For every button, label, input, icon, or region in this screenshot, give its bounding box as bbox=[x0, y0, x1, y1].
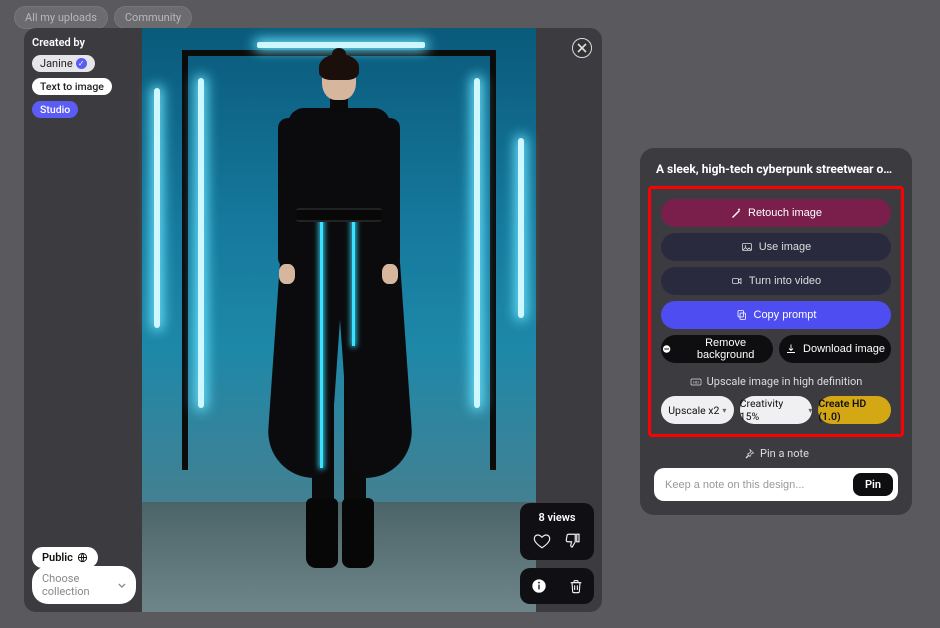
image-detail-card: Created by Janine ✓ Text to image Studio bbox=[24, 28, 602, 612]
views-count: 8 bbox=[538, 511, 544, 524]
visibility-label: Public bbox=[42, 551, 73, 564]
author-pill[interactable]: Janine ✓ bbox=[32, 55, 95, 72]
download-image-button[interactable]: Download image bbox=[779, 335, 891, 363]
remove-icon bbox=[661, 343, 672, 355]
actions-panel: A sleek, high-tech cyberpunk streetwear … bbox=[640, 148, 912, 515]
views-word: views bbox=[547, 511, 575, 524]
trash-icon bbox=[568, 578, 584, 594]
delete-button[interactable] bbox=[566, 576, 586, 596]
globe-icon bbox=[77, 552, 88, 563]
video-label: Turn into video bbox=[749, 275, 821, 287]
verified-badge-icon: ✓ bbox=[76, 58, 87, 69]
chevron-down-icon: ▾ bbox=[722, 406, 726, 415]
image-icon bbox=[741, 241, 753, 253]
info-actions-box bbox=[520, 568, 594, 604]
download-label: Download image bbox=[803, 343, 885, 355]
copy-label: Copy prompt bbox=[754, 309, 817, 321]
download-icon bbox=[785, 343, 797, 355]
pin-icon bbox=[743, 448, 755, 460]
create-hd-button[interactable]: Create HD (1.0) bbox=[818, 396, 891, 424]
info-icon bbox=[531, 578, 547, 594]
bg-tab-all-uploads[interactable]: All my uploads bbox=[14, 6, 108, 29]
upscale-title-text: Upscale image in high definition bbox=[707, 375, 863, 388]
copy-prompt-button[interactable]: Copy prompt bbox=[661, 301, 891, 329]
pin-note-text: Pin a note bbox=[760, 447, 809, 460]
hd-icon: HD bbox=[690, 376, 702, 388]
thumbs-down-icon bbox=[564, 532, 582, 550]
actions-highlight: Retouch image Use image Turn into video … bbox=[648, 186, 904, 437]
upscale-factor-select[interactable]: Upscale x2▾ bbox=[661, 396, 734, 424]
copy-icon bbox=[736, 309, 748, 321]
use-image-button[interactable]: Use image bbox=[661, 233, 891, 261]
heart-icon bbox=[533, 532, 551, 550]
use-label: Use image bbox=[759, 241, 812, 253]
visibility-public-pill[interactable]: Public bbox=[32, 547, 98, 568]
video-icon bbox=[731, 275, 743, 287]
wand-icon bbox=[730, 207, 742, 219]
close-icon bbox=[577, 43, 587, 53]
prompt-title: A sleek, high-tech cyberpunk streetwear … bbox=[654, 162, 898, 176]
collection-select[interactable]: Choose collection bbox=[32, 566, 136, 604]
generated-image[interactable] bbox=[142, 28, 536, 612]
collection-placeholder: Choose collection bbox=[42, 572, 118, 598]
svg-text:HD: HD bbox=[693, 379, 699, 384]
note-row: Pin bbox=[654, 468, 898, 501]
pin-note-label: Pin a note bbox=[654, 447, 898, 460]
created-by-label: Created by bbox=[32, 36, 85, 49]
chevron-down-icon bbox=[118, 581, 126, 590]
note-input[interactable] bbox=[659, 475, 853, 495]
chevron-down-icon: ▾ bbox=[808, 406, 812, 415]
bg-tab-community[interactable]: Community bbox=[114, 6, 192, 29]
dislike-button[interactable] bbox=[562, 530, 584, 552]
upscale-factor-value: Upscale x2 bbox=[668, 404, 719, 417]
info-button[interactable] bbox=[529, 576, 549, 596]
remove-bg-label: Remove background bbox=[678, 337, 773, 361]
like-button[interactable] bbox=[531, 530, 553, 552]
upscale-section-title: HD Upscale image in high definition bbox=[661, 375, 891, 388]
close-button[interactable] bbox=[572, 38, 592, 58]
tag-studio[interactable]: Studio bbox=[32, 101, 78, 118]
pin-button[interactable]: Pin bbox=[853, 473, 893, 496]
creativity-select[interactable]: Creativity 15%▾ bbox=[740, 396, 813, 424]
retouch-label: Retouch image bbox=[748, 207, 822, 219]
views-box: 8 views bbox=[520, 503, 594, 560]
creativity-value: Creativity 15% bbox=[740, 397, 806, 423]
turn-into-video-button[interactable]: Turn into video bbox=[661, 267, 891, 295]
tag-text-to-image[interactable]: Text to image bbox=[32, 78, 112, 95]
author-name: Janine bbox=[40, 57, 73, 70]
retouch-image-button[interactable]: Retouch image bbox=[661, 199, 891, 227]
remove-background-button[interactable]: Remove background bbox=[661, 335, 773, 363]
